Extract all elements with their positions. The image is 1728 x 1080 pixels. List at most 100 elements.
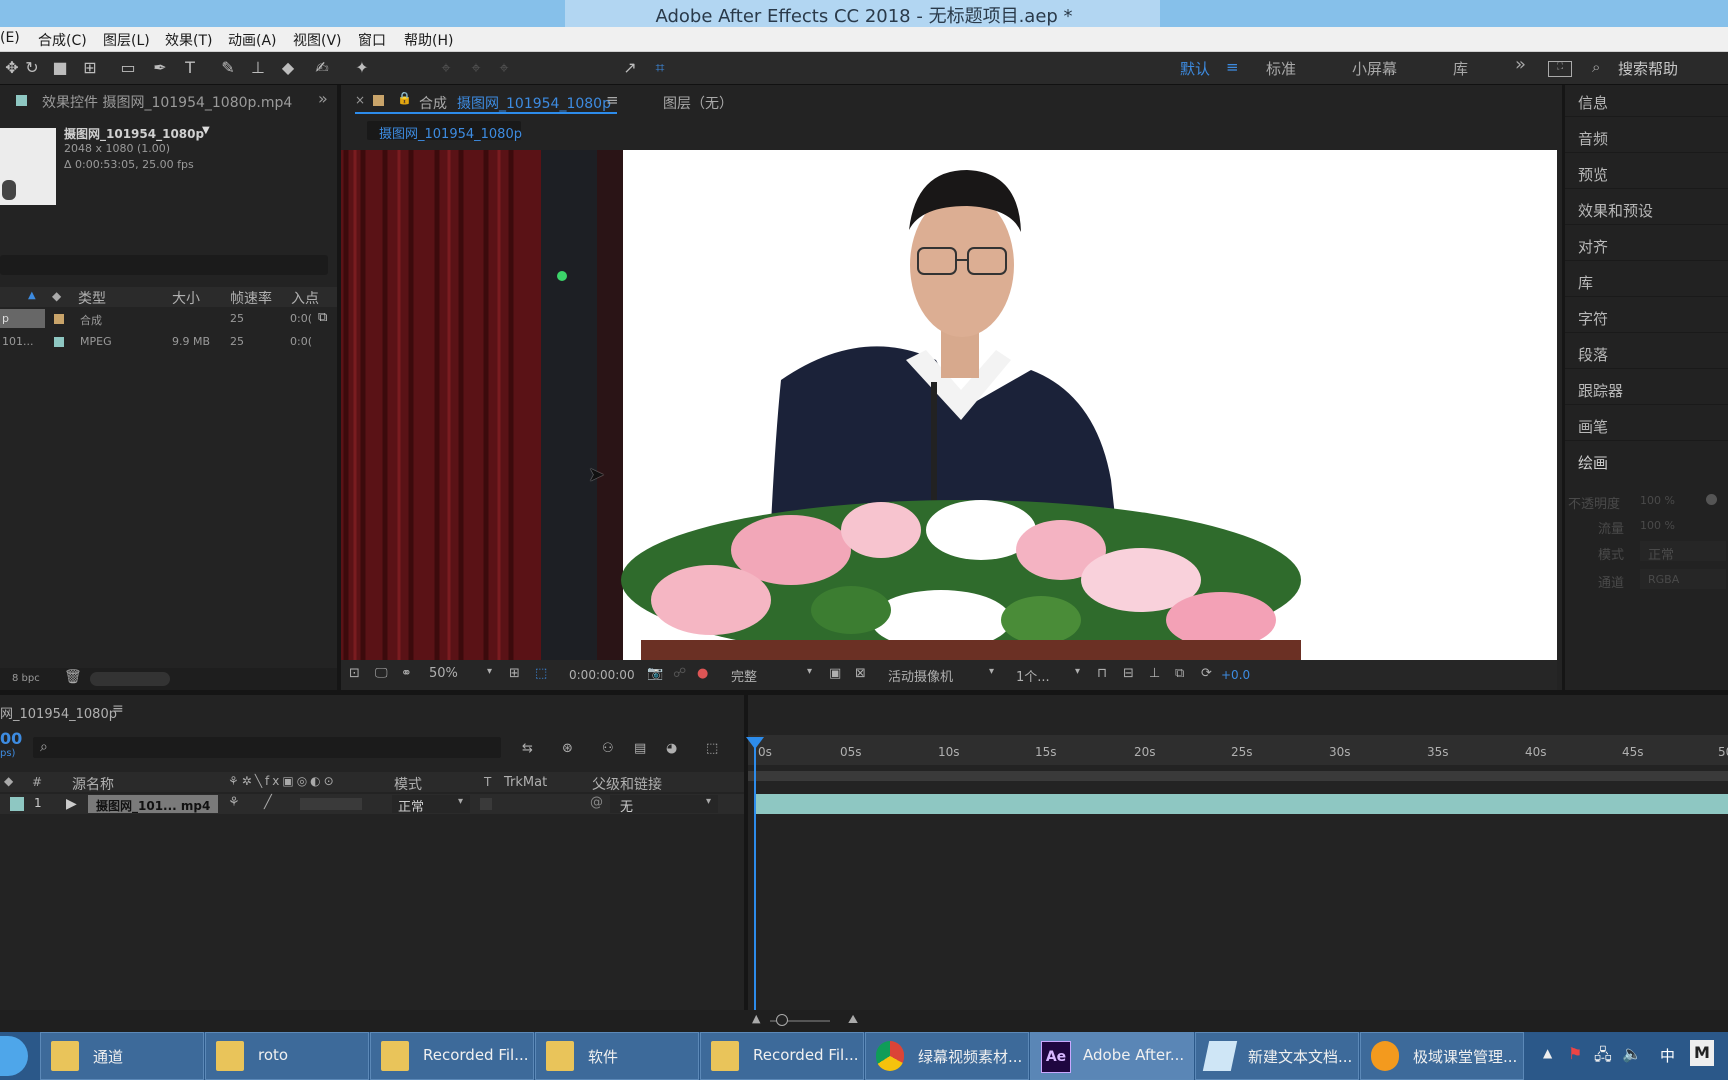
camera-dropdown[interactable]: 活动摄像机	[888, 666, 953, 685]
layer-switches[interactable]	[300, 798, 362, 810]
zoom-dropdown[interactable]: 50%	[429, 666, 458, 681]
eraser-tool-icon[interactable]: ◆	[278, 58, 298, 78]
menu-help[interactable]: 帮助(H)	[404, 30, 453, 50]
tray-flag-icon[interactable]: ⚑	[1568, 1044, 1582, 1063]
pan-behind-tool-icon[interactable]: ⊞	[80, 58, 100, 78]
project-search-input[interactable]	[0, 255, 328, 275]
show-snapshot-icon[interactable]: ☍	[673, 666, 686, 681]
effects-controls-tab[interactable]: 效果控件 摄图网_101954_1080p.mp4	[42, 92, 292, 112]
column-trkmat[interactable]: TrkMat	[504, 775, 547, 790]
comp-flowchart-icon[interactable]: ⧉	[318, 310, 327, 325]
thumbnail-slider[interactable]	[90, 672, 170, 686]
taskbar-item[interactable]: Recorded Fil...	[370, 1032, 534, 1080]
reset-exposure-icon[interactable]: ⊟	[1123, 666, 1134, 681]
workspace-default[interactable]: 默认	[1180, 58, 1210, 79]
camera-tool-icon[interactable]: ■	[50, 58, 70, 78]
sync-settings-icon[interactable]: ⛶	[1548, 61, 1572, 77]
channels-icon[interactable]: ●	[697, 666, 708, 681]
hand-tool-icon[interactable]: ✥	[2, 58, 22, 78]
monitor-icon[interactable]: 🖵	[375, 666, 388, 681]
toggle-pixel-icon[interactable]: ⊓	[1097, 666, 1107, 681]
taskbar-item[interactable]: Recorded Fil...	[700, 1032, 864, 1080]
tray-network-icon[interactable]: 🖧	[1594, 1044, 1612, 1071]
shy-layers-icon[interactable]: ⚇	[602, 741, 614, 756]
motion-blur-icon[interactable]: ◕	[666, 741, 677, 756]
tray-expand-icon[interactable]: ▲	[1543, 1046, 1552, 1060]
timeline-icon[interactable]: ⊥	[1149, 666, 1160, 681]
taskbar-item[interactable]: 极域课堂管理...	[1360, 1032, 1524, 1080]
table-row-name[interactable]: 101...	[2, 335, 34, 348]
preserve-transparency-checkbox[interactable]	[480, 798, 492, 810]
panel-paragraph[interactable]: 段落	[1578, 344, 1608, 365]
layer-label-color[interactable]	[10, 797, 24, 811]
transparency-grid-icon[interactable]: ⬚	[535, 666, 547, 681]
panel-character[interactable]: 字符	[1578, 308, 1608, 329]
shy-switch-icon[interactable]: ⚘	[228, 795, 240, 810]
column-parent[interactable]: 父级和链接	[592, 774, 662, 794]
zoom-in-icon[interactable]: ⛰	[848, 1012, 858, 1027]
chevron-down-icon[interactable]: ▾	[989, 666, 994, 677]
views-dropdown[interactable]: 1个...	[1016, 666, 1050, 685]
transparency-icon[interactable]: ⊠	[855, 666, 866, 681]
current-time-indicator[interactable]	[754, 738, 756, 1032]
table-row-name[interactable]: p	[2, 312, 9, 325]
column-size[interactable]: 大小	[172, 288, 200, 308]
column-type[interactable]: 类型	[78, 288, 106, 308]
taskbar-item[interactable]: 通道	[40, 1032, 204, 1080]
sort-ascending-icon[interactable]: ▲	[28, 290, 36, 301]
puppet-pin-tool-icon[interactable]: ✦	[352, 58, 372, 78]
menu-window[interactable]: 窗口	[358, 30, 386, 50]
fit-icon[interactable]: ⊞	[509, 666, 520, 681]
snap-icon[interactable]: ↗	[620, 58, 640, 78]
viewer-area[interactable]: ➤	[341, 150, 1557, 660]
snap-options-icon[interactable]: ⌗	[650, 58, 670, 78]
flowchart-icon[interactable]: ⧉	[1175, 666, 1184, 681]
rotate-tool-icon[interactable]: ↻	[22, 58, 42, 78]
workspace-more[interactable]: »	[1515, 54, 1526, 75]
draft-3d-icon[interactable]: ⊛	[562, 741, 573, 756]
rectangle-tool-icon[interactable]: ▭	[118, 58, 138, 78]
zoom-out-icon[interactable]: ▲	[752, 1012, 760, 1025]
pen-tool-icon[interactable]: ✒	[150, 58, 170, 78]
panel-expand-icon[interactable]: »	[318, 89, 328, 108]
exposure-icon[interactable]: ⟳	[1201, 666, 1212, 681]
taskbar-item[interactable]: 软件	[535, 1032, 699, 1080]
bit-depth[interactable]: 8 bpc	[12, 673, 40, 684]
panel-paint[interactable]: 绘画	[1578, 452, 1608, 473]
menu-layer[interactable]: 图层(L)	[103, 30, 150, 50]
workspace-small-screen[interactable]: 小屏幕	[1352, 58, 1397, 79]
column-in-point[interactable]: 入点	[291, 288, 319, 308]
panel-tracker[interactable]: 跟踪器	[1578, 380, 1623, 401]
layer-duration-bar[interactable]	[755, 794, 1728, 814]
timeline-tab[interactable]: 网_101954_1080p	[0, 703, 117, 722]
chevron-down-icon[interactable]: ▾	[807, 666, 812, 677]
workspace-standard[interactable]: 标准	[1266, 58, 1296, 79]
chevron-down-icon[interactable]: ▾	[1075, 666, 1080, 677]
quality-switch-icon[interactable]: ╱	[264, 795, 272, 810]
panel-info[interactable]: 信息	[1578, 92, 1608, 113]
panel-preview[interactable]: 预览	[1578, 164, 1608, 185]
workspace-menu-icon[interactable]: ≡	[1226, 58, 1239, 76]
resolution-dropdown[interactable]: 完整	[731, 666, 757, 685]
taskbar-item[interactable]: roto	[205, 1032, 369, 1080]
brush-tool-icon[interactable]: ✎	[218, 58, 238, 78]
comp-tab-name[interactable]: 摄图网_101954_1080p	[457, 93, 611, 113]
frame-blending-icon[interactable]: ▤	[634, 741, 646, 756]
column-mode[interactable]: 模式	[394, 774, 422, 794]
region-of-interest-icon[interactable]: ▣	[829, 666, 841, 681]
roto-brush-tool-icon[interactable]: ✍	[312, 58, 332, 78]
menu-composition[interactable]: 合成(C)	[38, 30, 87, 50]
exposure-value[interactable]: +0.0	[1221, 668, 1250, 682]
taskbar-item[interactable]: 绿幕视频素材...	[865, 1032, 1029, 1080]
tray-ime[interactable]: 中	[1660, 1045, 1675, 1066]
search-icon[interactable]: ⌕	[1592, 58, 1600, 76]
chevron-down-icon[interactable]: ▾	[487, 666, 492, 677]
panel-brushes[interactable]: 画笔	[1578, 416, 1608, 437]
menu-effect[interactable]: 效果(T)	[165, 30, 212, 50]
pick-whip-icon[interactable]: @	[590, 795, 603, 810]
item-dropdown-icon[interactable]: ▼	[202, 125, 210, 136]
comp-tab-label[interactable]: 合成	[419, 93, 447, 113]
comp-mini-flowchart-icon[interactable]: ⇆	[522, 741, 533, 756]
close-tab-icon[interactable]: ×	[355, 93, 365, 107]
panel-effects-presets[interactable]: 效果和预设	[1578, 200, 1653, 221]
